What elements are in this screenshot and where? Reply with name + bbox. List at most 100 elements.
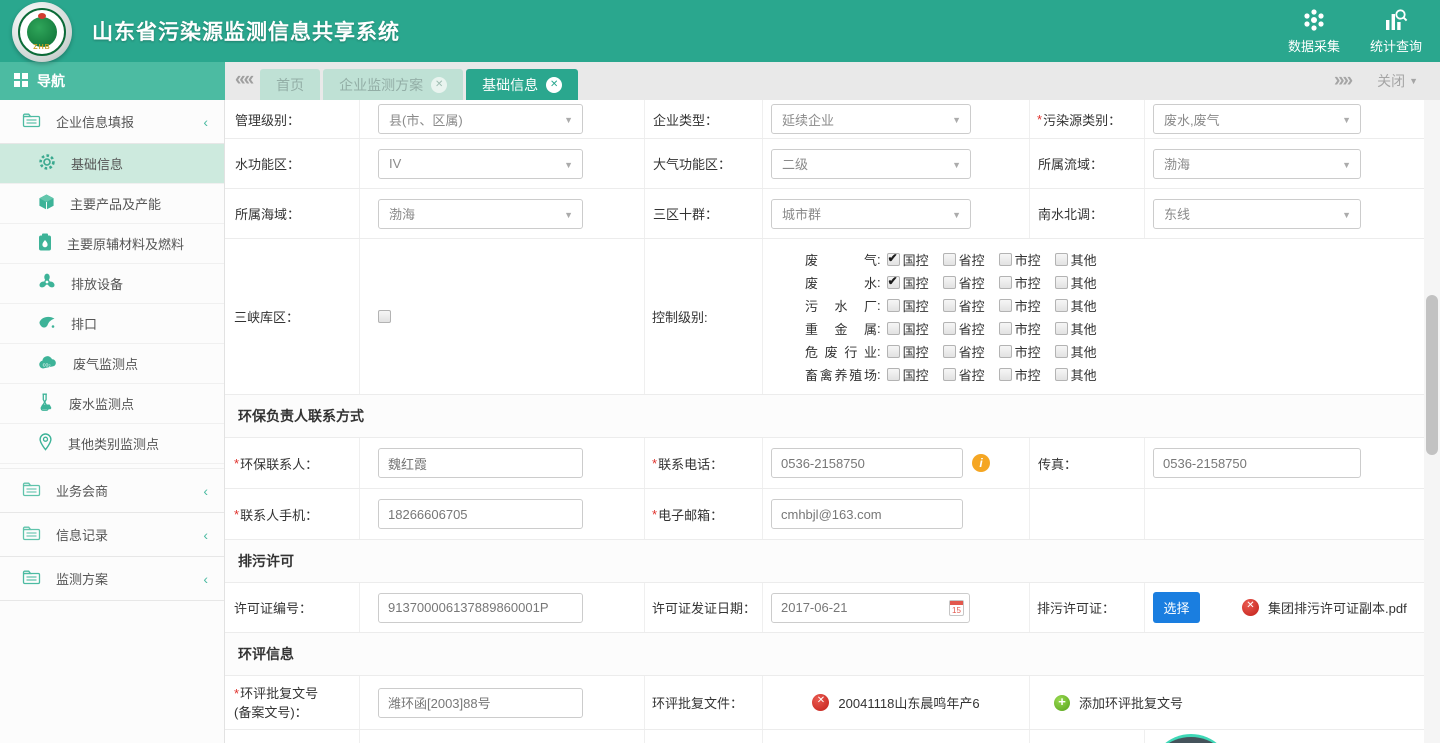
field-label: *联系人手机： [225, 489, 360, 539]
air-function-zone-select[interactable]: 二级 [771, 149, 971, 179]
close-icon[interactable]: ✕ [431, 77, 447, 93]
cube-icon [38, 193, 55, 214]
chevron-down-icon [952, 160, 961, 170]
metal-municipal-checkbox[interactable] [999, 322, 1012, 335]
field-label: 大气功能区： [645, 139, 763, 188]
hazwaste-national-checkbox[interactable] [887, 345, 900, 358]
page-title: 山东省污染源监测信息共享系统 [92, 0, 400, 62]
enterprise-type-select[interactable]: 延续企业 [771, 104, 971, 134]
hazwaste-provincial-checkbox[interactable] [943, 345, 956, 358]
metal-provincial-checkbox[interactable] [943, 322, 956, 335]
info-icon[interactable] [972, 454, 990, 472]
tab-basic-info[interactable]: 基础信息 ✕ [466, 69, 578, 100]
metal-other-checkbox[interactable] [1055, 322, 1068, 335]
gas-other-checkbox[interactable] [1055, 253, 1068, 266]
chevron-down-icon [952, 115, 961, 125]
south-north-water-select[interactable]: 东线 [1153, 199, 1361, 229]
close-tabs-menu[interactable]: 关闭▼ [1377, 71, 1418, 91]
permit-number-input[interactable] [378, 593, 583, 623]
delete-file-icon[interactable] [1242, 599, 1259, 616]
tab-home[interactable]: 首页 [260, 69, 320, 100]
logo-emblem-icon: ZHB [18, 8, 66, 56]
contact-phone-input[interactable] [771, 448, 963, 478]
water-provincial-checkbox[interactable] [943, 276, 956, 289]
sidebar-group-enterprise-info[interactable]: 企业信息填报 ‹ [0, 100, 224, 144]
three-zones-ten-clusters-select[interactable]: 城市群 [771, 199, 971, 229]
sidebar-item-main-products[interactable]: 主要产品及产能 [0, 184, 224, 224]
sidebar-item-basic-info[interactable]: 基础信息 [0, 144, 224, 184]
three-gorges-checkbox[interactable] [378, 310, 391, 323]
flask-icon [38, 393, 54, 414]
hazwaste-municipal-checkbox[interactable] [999, 345, 1012, 358]
sewage-provincial-checkbox[interactable] [943, 299, 956, 312]
chevron-left-icon: ‹ [203, 527, 208, 543]
hazwaste-other-checkbox[interactable] [1055, 345, 1068, 358]
field-label: *环保联系人： [225, 438, 360, 488]
water-other-checkbox[interactable] [1055, 276, 1068, 289]
add-icon[interactable] [1054, 695, 1070, 711]
delete-file-icon[interactable] [812, 694, 829, 711]
permit-file-name[interactable]: 集团排污许可证副本.pdf [1268, 598, 1407, 617]
tabs-scroll-left-icon[interactable]: «« [225, 69, 260, 93]
sewage-municipal-checkbox[interactable] [999, 299, 1012, 312]
field-label: 企业类型： [645, 100, 763, 138]
water-national-checkbox[interactable] [887, 276, 900, 289]
fuel-icon [38, 233, 52, 254]
sewage-national-checkbox[interactable] [887, 299, 900, 312]
close-icon[interactable]: ✕ [546, 77, 562, 93]
eia-file-name[interactable]: 20041118山东晨鸣年产6 [838, 693, 979, 712]
water-municipal-checkbox[interactable] [999, 276, 1012, 289]
livestock-other-checkbox[interactable] [1055, 368, 1068, 381]
sidebar-item-emission-equipment[interactable]: 排放设备 [0, 264, 224, 304]
statistics-query-button[interactable]: 统计查询 [1370, 7, 1422, 55]
sea-area-select[interactable]: 渤海 [378, 199, 583, 229]
choose-file-button[interactable]: 选择 [1153, 592, 1200, 623]
app-window: ZHB 山东省污染源监测信息共享系统 数据采集 [0, 0, 1440, 743]
sidebar-item-raw-materials-fuel[interactable]: 主要原辅材料及燃料 [0, 224, 224, 264]
calendar-icon[interactable]: 15 [949, 600, 964, 616]
field-label: 许可证发证日期： [645, 583, 763, 632]
livestock-national-checkbox[interactable] [887, 368, 900, 381]
sidebar-group-info-records[interactable]: 信息记录 ‹ [0, 513, 224, 557]
sidebar-item-outlet[interactable]: 排口 [0, 304, 224, 344]
basin-select[interactable]: 渤海 [1153, 149, 1361, 179]
data-collection-button[interactable]: 数据采集 [1288, 7, 1340, 55]
permit-date-input[interactable] [771, 593, 970, 623]
gas-provincial-checkbox[interactable] [943, 253, 956, 266]
fax-input[interactable] [1153, 448, 1361, 478]
chevron-down-icon [1342, 115, 1351, 125]
top-header: ZHB 山东省污染源监测信息共享系统 数据采集 [0, 0, 1440, 62]
gas-national-checkbox[interactable] [887, 253, 900, 266]
dots-cluster-icon [1301, 7, 1327, 33]
folder-icon [22, 525, 41, 544]
email-input[interactable] [771, 499, 963, 529]
gas-cloud-icon: co₂ [38, 355, 58, 373]
field-label: *环评批复文号(备案文号)： [225, 676, 360, 729]
sidebar: 企业信息填报 ‹ 基础信息 主要产品及产能 [0, 100, 225, 743]
sidebar-item-waste-water-points[interactable]: 废水监测点 [0, 384, 224, 424]
sidebar-item-waste-gas-points[interactable]: co₂ 废气监测点 [0, 344, 224, 384]
management-level-select[interactable]: 县(市、区属) [378, 104, 583, 134]
add-eia-doc-link[interactable]: 添加环评批复文号 [1079, 693, 1183, 712]
metal-national-checkbox[interactable] [887, 322, 900, 335]
scrollbar-thumb[interactable] [1426, 295, 1438, 455]
gas-municipal-checkbox[interactable] [999, 253, 1012, 266]
eia-doc-number-input[interactable] [378, 688, 583, 718]
contact-mobile-input[interactable] [378, 499, 583, 529]
basic-info-form: 管理级别： 县(市、区属) 企业类型： 延续企业 *污染源类别： 废水,废气 水… [225, 100, 1424, 743]
section-title-contact: 环保负责人联系方式 [225, 395, 1424, 438]
vertical-scrollbar [1424, 100, 1440, 743]
tabs-scroll-right-icon[interactable]: »» [1334, 70, 1351, 92]
sidebar-item-other-monitor-points[interactable]: 其他类别监测点 [0, 424, 224, 464]
pollution-source-type-select[interactable]: 废水,废气 [1153, 104, 1361, 134]
water-function-zone-select[interactable]: IV [378, 149, 583, 179]
livestock-provincial-checkbox[interactable] [943, 368, 956, 381]
env-contact-input[interactable] [378, 448, 583, 478]
sewage-other-checkbox[interactable] [1055, 299, 1068, 312]
tab-enterprise-monitor-plan[interactable]: 企业监测方案 ✕ [323, 69, 463, 100]
chevron-down-icon [564, 160, 573, 170]
livestock-municipal-checkbox[interactable] [999, 368, 1012, 381]
sidebar-group-business-consult[interactable]: 业务会商 ‹ [0, 469, 224, 513]
sidebar-group-monitor-plan[interactable]: 监测方案 ‹ [0, 557, 224, 601]
chevron-left-icon: ‹ [203, 483, 208, 499]
